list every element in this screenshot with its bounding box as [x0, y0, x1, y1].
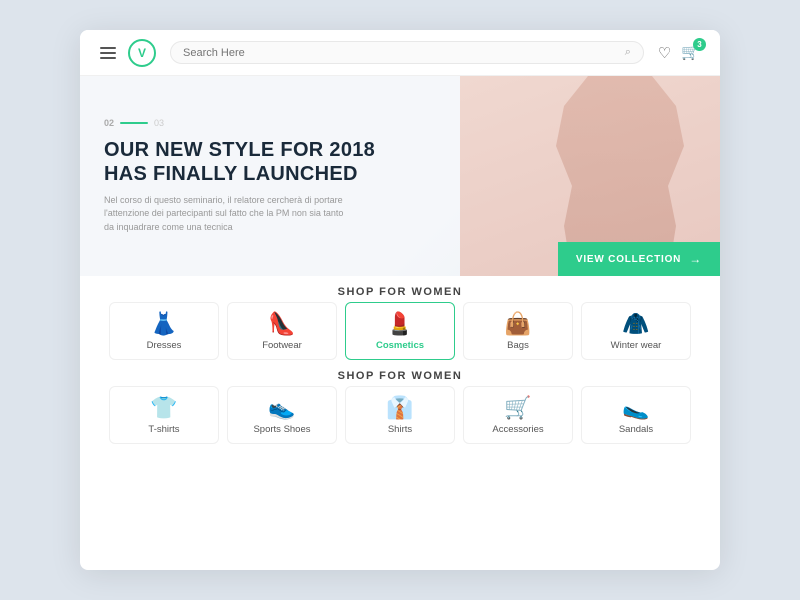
- main-card: V ⌕ ♡ 🛒 3 02 03 OUR NEW STYLE FOR 2018 H…: [80, 30, 720, 570]
- search-input[interactable]: [183, 47, 625, 59]
- shop-women-section: SHOP FOR WOMEN 👗 Dresses 👠 Footwear 💄 Co…: [100, 286, 700, 360]
- tshirts-label: T-shirts: [148, 424, 179, 435]
- category-winter-wear[interactable]: 🧥 Winter wear: [581, 302, 691, 360]
- hero-banner: 02 03 OUR NEW STYLE FOR 2018 HAS FINALLY…: [80, 76, 720, 276]
- accessories-label: Accessories: [492, 424, 543, 435]
- category-footwear[interactable]: 👠 Footwear: [227, 302, 337, 360]
- shop-men-section: SHOP FOR WOMEN 👕 T-shirts 👟 Sports Shoes…: [100, 370, 700, 444]
- dresses-icon: 👗: [150, 313, 177, 335]
- slide-indicator: 02 03: [104, 118, 375, 128]
- category-sandals[interactable]: 🥿 Sandals: [581, 386, 691, 444]
- sports-shoes-label: Sports Shoes: [253, 424, 310, 435]
- cosmetics-icon: 💄: [386, 313, 413, 335]
- sandals-label: Sandals: [619, 424, 653, 435]
- view-collection-button[interactable]: VIEW COLLECTION →: [558, 242, 720, 276]
- winter-wear-icon: 🧥: [622, 313, 649, 335]
- category-cosmetics[interactable]: 💄 Cosmetics: [345, 302, 455, 360]
- bags-label: Bags: [507, 340, 529, 351]
- slide-progress-line: [120, 122, 148, 124]
- shirts-label: Shirts: [388, 424, 412, 435]
- category-accessories[interactable]: 🛒 Accessories: [463, 386, 573, 444]
- shop-sections: SHOP FOR WOMEN 👗 Dresses 👠 Footwear 💄 Co…: [80, 276, 720, 570]
- hero-description: Nel corso di questo seminario, il relato…: [104, 194, 354, 235]
- slide-next: 03: [154, 118, 164, 128]
- dresses-label: Dresses: [147, 340, 182, 351]
- cart-badge-count: 3: [693, 38, 706, 51]
- shirts-icon: 👔: [386, 397, 413, 419]
- category-shirts[interactable]: 👔 Shirts: [345, 386, 455, 444]
- tshirts-icon: 👕: [150, 397, 177, 419]
- section-women-title: SHOP FOR WOMEN: [100, 286, 700, 298]
- search-bar[interactable]: ⌕: [170, 41, 644, 64]
- cosmetics-label: Cosmetics: [376, 340, 424, 351]
- hero-title: OUR NEW STYLE FOR 2018 HAS FINALLY LAUNC…: [104, 138, 375, 186]
- cta-label: VIEW COLLECTION: [576, 254, 681, 265]
- search-icon: ⌕: [625, 46, 631, 59]
- header: V ⌕ ♡ 🛒 3: [80, 30, 720, 76]
- footwear-icon: 👠: [268, 313, 295, 335]
- accessories-icon: 🛒: [504, 397, 531, 419]
- winter-wear-label: Winter wear: [611, 340, 662, 351]
- category-sports-shoes[interactable]: 👟 Sports Shoes: [227, 386, 337, 444]
- hero-content: 02 03 OUR NEW STYLE FOR 2018 HAS FINALLY…: [104, 76, 375, 276]
- category-bags[interactable]: 👜 Bags: [463, 302, 573, 360]
- header-icons: ♡ 🛒 3: [658, 43, 700, 62]
- menu-button[interactable]: [100, 47, 116, 59]
- sports-shoes-icon: 👟: [268, 397, 295, 419]
- logo: V: [128, 39, 156, 67]
- footwear-label: Footwear: [262, 340, 302, 351]
- slide-current: 02: [104, 118, 114, 128]
- sandals-icon: 🥿: [622, 397, 649, 419]
- category-tshirts[interactable]: 👕 T-shirts: [109, 386, 219, 444]
- wishlist-icon[interactable]: ♡: [658, 44, 671, 62]
- men-category-grid: 👕 T-shirts 👟 Sports Shoes 👔 Shirts 🛒 Acc…: [100, 386, 700, 444]
- section-men-title: SHOP FOR WOMEN: [100, 370, 700, 382]
- arrow-right-icon: →: [689, 252, 702, 266]
- cart-button[interactable]: 🛒 3: [681, 43, 700, 62]
- women-category-grid: 👗 Dresses 👠 Footwear 💄 Cosmetics 👜 Bags …: [100, 302, 700, 360]
- category-dresses[interactable]: 👗 Dresses: [109, 302, 219, 360]
- bags-icon: 👜: [504, 313, 531, 335]
